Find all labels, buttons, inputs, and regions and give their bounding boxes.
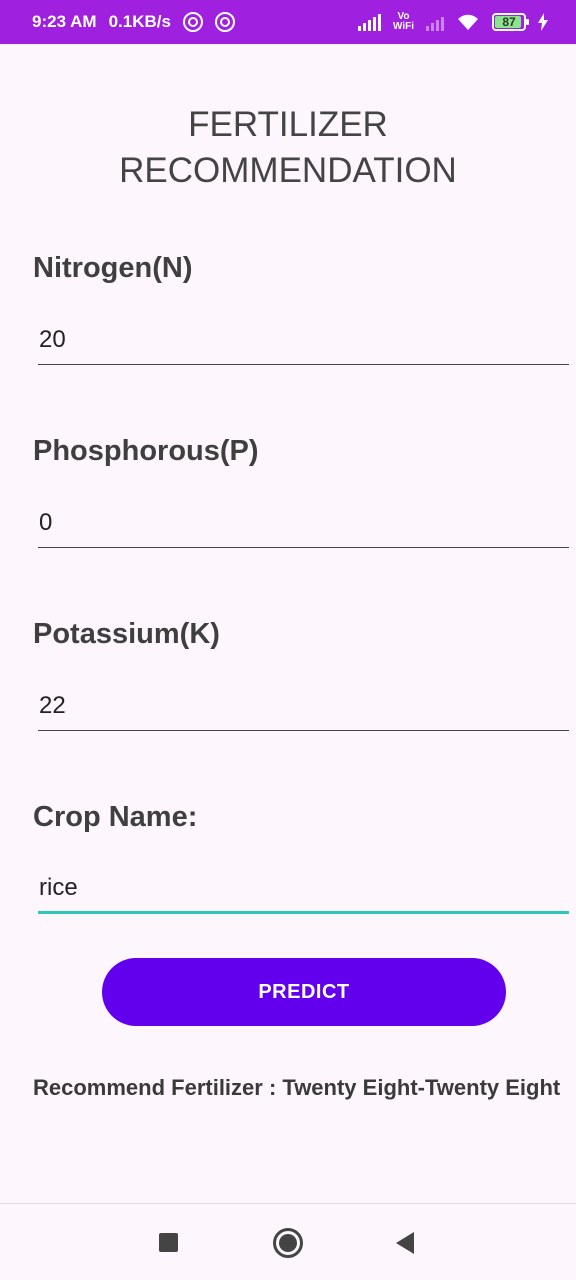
crop-name-input[interactable]	[38, 870, 569, 914]
recents-button[interactable]	[159, 1233, 178, 1252]
back-button[interactable]	[396, 1232, 414, 1254]
signal-icon	[357, 13, 381, 31]
home-button[interactable]	[273, 1228, 303, 1258]
phosphorous-label: Phosphorous(P)	[33, 435, 259, 467]
charging-icon	[538, 13, 548, 31]
status-bar: 9:23 AM 0.1KB/s Vo WiFi 87	[0, 0, 576, 44]
status-time: 9:23 AM	[32, 12, 97, 31]
nitrogen-input[interactable]	[38, 321, 569, 365]
predict-button[interactable]: PREDICT	[102, 958, 506, 1026]
signal-secondary-icon	[426, 13, 444, 31]
notification-icon	[182, 12, 203, 32]
crop-name-label: Crop Name:	[33, 801, 198, 833]
recommendation-result: Recommend Fertilizer : Twenty Eight-Twen…	[33, 1075, 561, 1100]
wifi-icon	[458, 14, 478, 30]
potassium-label: Potassium(K)	[33, 618, 220, 650]
battery-level: 87	[502, 15, 516, 29]
notification-icon	[214, 12, 235, 32]
status-network-speed: 0.1KB/s	[108, 12, 171, 31]
page-title: FERTILIZER RECOMMENDATION	[119, 105, 457, 190]
phosphorous-input[interactable]	[38, 504, 569, 548]
potassium-input[interactable]	[38, 687, 569, 731]
navigation-bar	[0, 1203, 576, 1280]
battery-icon: 87	[492, 13, 529, 31]
nitrogen-label: Nitrogen(N)	[33, 252, 193, 284]
vowifi-icon: Vo WiFi	[392, 11, 414, 32]
